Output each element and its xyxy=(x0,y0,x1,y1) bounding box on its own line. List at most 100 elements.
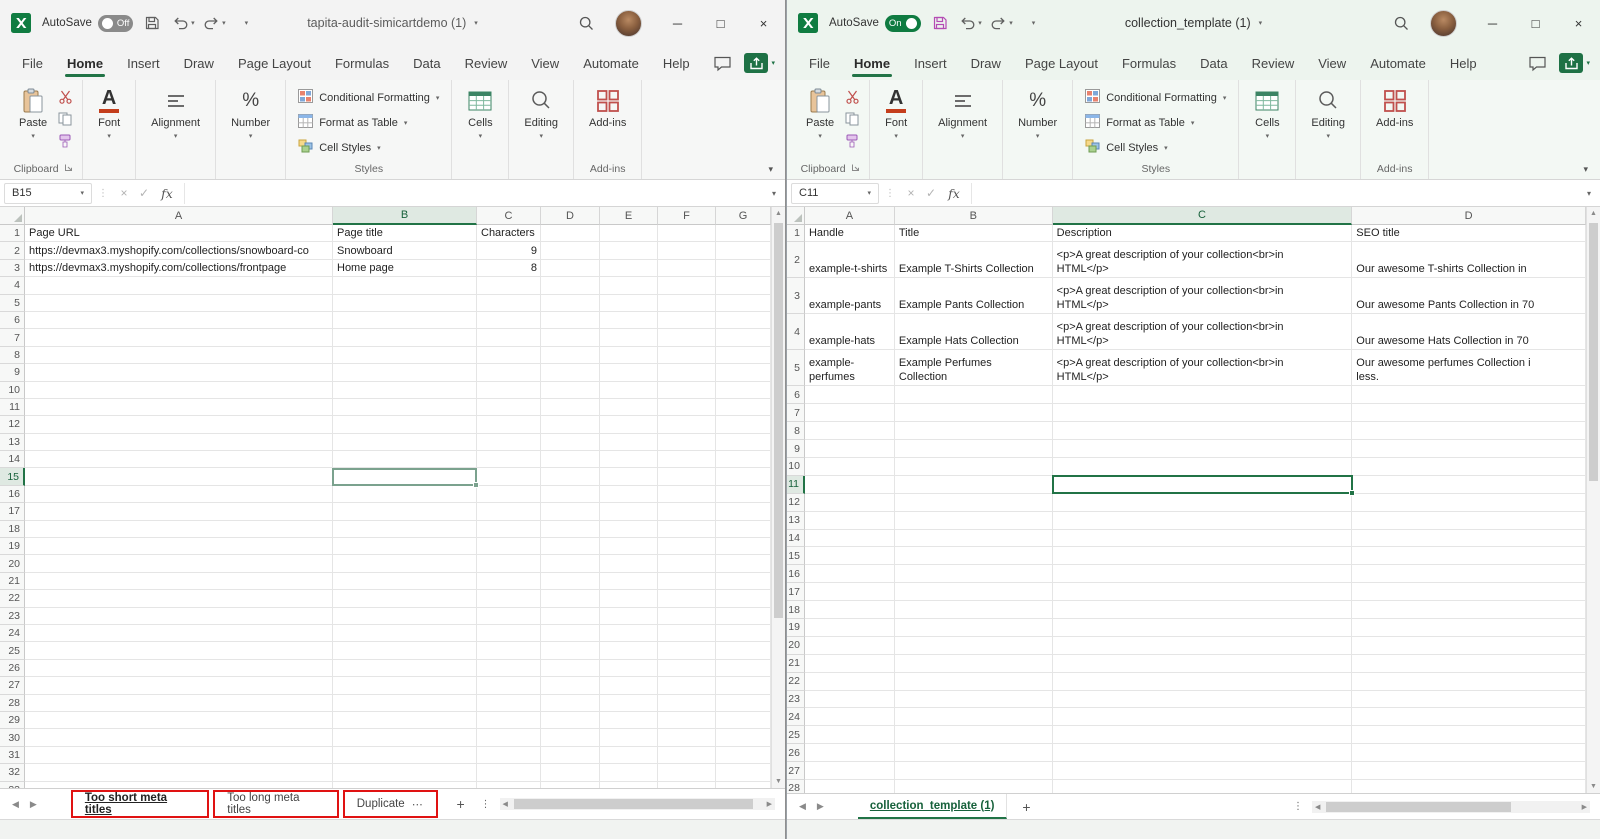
cell-C3[interactable]: 8 xyxy=(477,259,541,278)
cell-G11[interactable] xyxy=(716,398,771,417)
cell-A19[interactable] xyxy=(804,618,895,637)
cell-C15[interactable] xyxy=(477,468,541,486)
format-as-table-button[interactable]: Format as Table ▾ xyxy=(294,110,411,135)
cell-G16[interactable] xyxy=(716,485,771,504)
cell-A28[interactable] xyxy=(25,694,333,712)
cell-C6[interactable] xyxy=(477,311,541,330)
conditional-formatting-button[interactable]: Conditional Formatting ▾ xyxy=(294,85,443,110)
cell-E21[interactable] xyxy=(600,572,658,591)
cell-A25[interactable] xyxy=(804,726,895,745)
column-header-G[interactable]: G xyxy=(716,207,771,225)
cell-D10[interactable] xyxy=(1352,457,1586,476)
add-sheet-button[interactable]: + xyxy=(1015,799,1037,815)
share-button[interactable]: ▾ xyxy=(744,53,775,73)
row-header-12[interactable]: 12 xyxy=(787,493,805,512)
cell-F2[interactable] xyxy=(658,242,716,260)
cell-D5[interactable] xyxy=(541,294,600,312)
cell-G13[interactable] xyxy=(716,433,771,452)
cell-A16[interactable] xyxy=(25,485,333,504)
cell-D32[interactable] xyxy=(541,764,600,782)
cell-B5[interactable] xyxy=(333,294,477,312)
row-header-22[interactable]: 22 xyxy=(0,590,25,608)
cell-A11[interactable] xyxy=(804,475,895,494)
cell-A22[interactable] xyxy=(25,590,333,608)
format-as-table-button[interactable]: Format as Table ▾ xyxy=(1081,110,1198,135)
cell-C4[interactable] xyxy=(477,277,541,295)
cell-C10[interactable] xyxy=(1052,457,1353,476)
cell-E25[interactable] xyxy=(600,642,658,660)
cell-G14[interactable] xyxy=(716,451,771,469)
cell-G19[interactable] xyxy=(716,538,771,556)
cell-A21[interactable] xyxy=(25,572,333,591)
cell-A29[interactable] xyxy=(25,711,333,730)
cell-D9[interactable] xyxy=(541,364,600,382)
cell-D26[interactable] xyxy=(541,659,600,678)
row-header-2[interactable]: 2 xyxy=(787,242,805,279)
cell-D16[interactable] xyxy=(1352,565,1586,584)
scroll-down-icon[interactable]: ▼ xyxy=(775,778,782,785)
cell-C23[interactable] xyxy=(1052,690,1353,709)
cell-D2[interactable] xyxy=(541,242,600,260)
row-header-24[interactable]: 24 xyxy=(787,708,805,727)
cell-D19[interactable] xyxy=(1352,618,1586,637)
cell-E8[interactable] xyxy=(600,346,658,365)
cell-B29[interactable] xyxy=(333,711,477,730)
cell-F15[interactable] xyxy=(658,468,716,486)
redo-button[interactable]: ▾ xyxy=(990,9,1014,37)
cell-C12[interactable] xyxy=(1052,493,1353,512)
cell-E4[interactable] xyxy=(600,277,658,295)
cell-A1[interactable]: Page URL xyxy=(25,225,333,243)
horizontal-scrollbar[interactable]: ◀ ▶ xyxy=(1312,800,1590,813)
row-header-6[interactable]: 6 xyxy=(787,386,805,405)
cell-A20[interactable] xyxy=(804,636,895,655)
cell-E22[interactable] xyxy=(600,590,658,608)
ribbon-tab-page-layout[interactable]: Page Layout xyxy=(226,46,323,80)
cell-A3[interactable]: example-pants xyxy=(804,278,895,315)
row-header-10[interactable]: 10 xyxy=(787,457,805,476)
cell-A30[interactable] xyxy=(25,729,333,747)
cell-C15[interactable] xyxy=(1052,547,1353,566)
redo-menu-icon[interactable]: ▾ xyxy=(1009,19,1013,27)
cell-G12[interactable] xyxy=(716,416,771,434)
redo-menu-icon[interactable]: ▾ xyxy=(222,19,226,27)
cell-G3[interactable] xyxy=(716,259,771,278)
ribbon-tab-review[interactable]: Review xyxy=(453,46,520,80)
formula-bar-expand-icon[interactable]: ▾ xyxy=(763,189,785,198)
row-header-19[interactable]: 19 xyxy=(787,618,805,637)
cell-B19[interactable] xyxy=(894,618,1053,637)
cancel-entry-icon[interactable]: × xyxy=(901,186,921,200)
undo-menu-icon[interactable]: ▾ xyxy=(978,19,982,27)
number-group-button[interactable]: % Number ▾ xyxy=(1011,85,1064,142)
cell-C10[interactable] xyxy=(477,381,541,399)
format-painter-button[interactable] xyxy=(843,133,861,148)
cell-D3[interactable] xyxy=(541,259,600,278)
cell-G5[interactable] xyxy=(716,294,771,312)
autosave-toggle[interactable]: AutoSave On xyxy=(829,14,921,32)
cell-B6[interactable] xyxy=(333,311,477,330)
cell-G10[interactable] xyxy=(716,381,771,399)
cell-B18[interactable] xyxy=(894,601,1053,619)
row-header-10[interactable]: 10 xyxy=(0,381,25,399)
cell-A27[interactable] xyxy=(25,677,333,695)
cell-B6[interactable] xyxy=(894,386,1053,405)
cell-F17[interactable] xyxy=(658,503,716,521)
column-header-F[interactable]: F xyxy=(658,207,716,225)
avatar[interactable] xyxy=(1430,9,1457,37)
column-header-E[interactable]: E xyxy=(600,207,658,225)
cell-D6[interactable] xyxy=(1352,386,1586,405)
cell-D21[interactable] xyxy=(541,572,600,591)
cell-A23[interactable] xyxy=(25,607,333,625)
ribbon-tab-automate[interactable]: Automate xyxy=(1358,46,1438,80)
cell-B20[interactable] xyxy=(894,636,1053,655)
row-header-12[interactable]: 12 xyxy=(0,416,25,434)
cell-F29[interactable] xyxy=(658,711,716,730)
cell-D7[interactable] xyxy=(1352,404,1586,423)
cell-C9[interactable] xyxy=(1052,440,1353,458)
row-header-4[interactable]: 4 xyxy=(0,277,25,295)
select-all-corner[interactable] xyxy=(0,207,25,225)
cell-D6[interactable] xyxy=(541,311,600,330)
ribbon-collapse-icon[interactable]: ▾ xyxy=(768,164,773,175)
cell-B32[interactable] xyxy=(333,764,477,782)
cell-G28[interactable] xyxy=(716,694,771,712)
cell-C27[interactable] xyxy=(1052,762,1353,780)
